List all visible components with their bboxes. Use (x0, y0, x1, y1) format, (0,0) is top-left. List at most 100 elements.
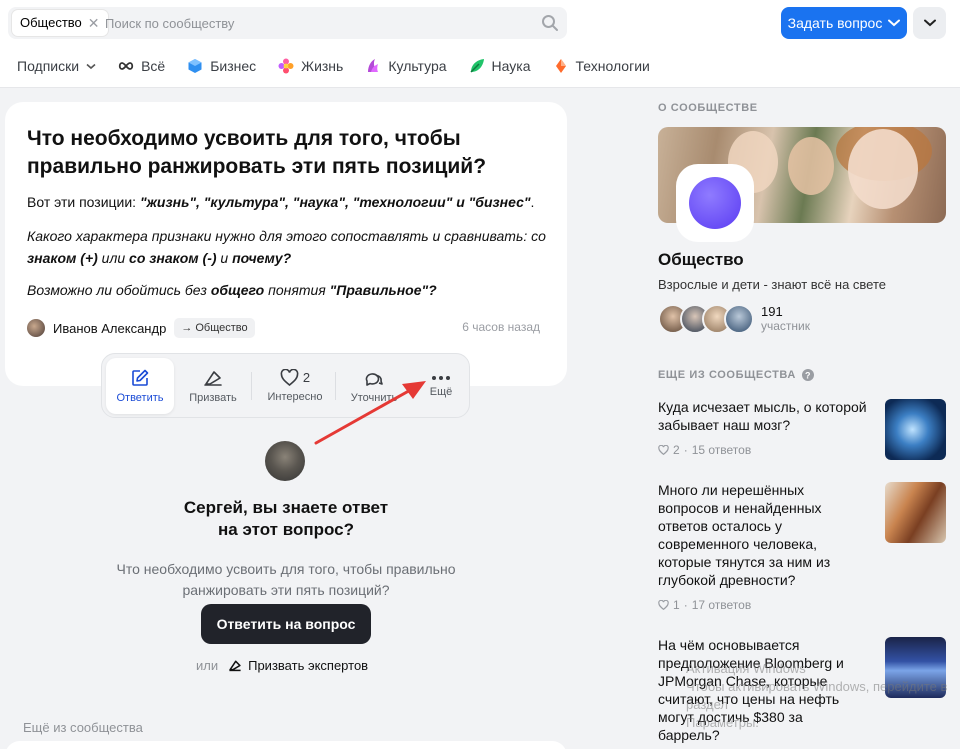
category-technology[interactable]: Технологии (553, 56, 650, 76)
answer-action-button[interactable]: Ответить (106, 358, 174, 414)
answers-count: 17 ответов (691, 598, 752, 612)
heading-text: Еще из сообщества (658, 369, 796, 381)
author-name[interactable]: Иванов Александр (53, 321, 166, 336)
category-subscriptions[interactable]: Подписки (17, 56, 96, 76)
community-filter-chip[interactable]: Общество ✕ (12, 10, 108, 36)
community-description: Взрослые и дети - знают всё на свете (658, 277, 887, 292)
question-actions: Ответить Призвать 2 Интересно Уточнить Е… (101, 353, 470, 418)
more-from-community-heading: Еще из сообщества ? (658, 369, 814, 381)
science-icon (470, 59, 484, 73)
heart-icon (658, 445, 669, 455)
search-input[interactable] (105, 13, 525, 33)
text: Какого характера признаки нужно для этог… (27, 228, 546, 244)
comments-icon (365, 372, 383, 386)
life-flower-icon (278, 58, 294, 74)
windows-activation-watermark: Активация Windows Чтобы активировать Win… (686, 660, 960, 732)
technology-icon (555, 59, 566, 73)
interesting-count: 2 (302, 370, 311, 385)
category-label: Жизнь (301, 58, 344, 74)
category-all[interactable]: Всё (118, 56, 165, 76)
community-chip-label: Общество (20, 15, 82, 30)
menu-button[interactable] (913, 7, 946, 39)
answer-prompt: Сергей, вы знаете ответ на этот вопрос? Ч… (100, 497, 472, 601)
text: общего (210, 282, 265, 298)
related-question-meta: 2 · 15 ответов (658, 443, 751, 457)
community-tag[interactable]: → Общество (174, 318, 255, 338)
text: Возможно ли обойтись без (27, 282, 211, 298)
help-icon[interactable]: ? (801, 369, 814, 381)
chevron-down-icon (86, 63, 96, 69)
edit-pencil-icon (132, 369, 149, 386)
likes-count: 2 (673, 443, 680, 457)
action-label: Интересно (267, 391, 323, 403)
related-question-title[interactable]: Куда исчезает мысль, о которой забывает … (658, 398, 868, 434)
more-action-button[interactable]: Ещё (414, 358, 468, 414)
community-name[interactable]: Общество (658, 250, 744, 270)
text: или (97, 250, 130, 266)
clarify-action-button[interactable]: Уточнить (342, 358, 406, 414)
text: и (216, 250, 233, 266)
member-avatars[interactable] (658, 304, 754, 334)
category-label: Технологии (575, 58, 650, 74)
text: почему? (232, 250, 292, 266)
divider (335, 372, 336, 400)
watermark-line: Чтобы активировать Windows, перейдите в … (686, 679, 948, 712)
call-experts-link[interactable]: Призвать экспертов (228, 658, 368, 673)
action-label: Ещё (429, 385, 453, 398)
infinity-icon (118, 62, 134, 70)
business-cube-icon (188, 59, 202, 73)
chevron-down-icon (923, 19, 936, 27)
divider (251, 372, 252, 400)
community-search-box[interactable]: Общество ✕ (8, 7, 567, 39)
more-dots-icon (432, 375, 450, 380)
call-experts-row: или Призвать экспертов (196, 658, 368, 673)
text: знаком (+) (27, 250, 98, 266)
category-business[interactable]: Бизнес (187, 56, 256, 76)
avatar[interactable] (27, 319, 45, 337)
question-paragraph: Вот эти позиции: "жизнь", "культура", "н… (27, 191, 547, 213)
question-paragraph: Возможно ли обойтись без общего понятия … (27, 279, 547, 301)
text: Сергей, вы знаете ответ (183, 498, 389, 517)
next-question-card (5, 741, 567, 749)
category-culture[interactable]: Культура (365, 56, 447, 76)
call-bell-icon (229, 660, 241, 672)
timestamp: 6 часов назад (462, 320, 540, 334)
community-logo (676, 164, 754, 242)
related-question-meta: 1 · 17 ответов (658, 598, 751, 612)
question-title: Что необходимо усвоить для того, чтобы п… (27, 127, 487, 178)
close-icon[interactable]: ✕ (88, 10, 100, 36)
answer-question-button[interactable]: Ответить на вопрос (201, 604, 371, 644)
watermark-line: Активация Windows (686, 661, 806, 676)
about-community-heading: О сообществе (658, 102, 758, 114)
brain-thumbnail[interactable] (885, 399, 946, 460)
call-experts-action-button[interactable]: Призвать (180, 358, 246, 414)
separator: · (683, 598, 688, 612)
text: . (530, 194, 535, 210)
text: ранжировать эти пять позиций? (182, 582, 390, 598)
text: со знаком (-) (129, 250, 217, 266)
category-science[interactable]: Наука (469, 56, 531, 76)
member-count-value: 191 (761, 304, 783, 319)
question-card: Что необходимо усвоить для того, чтобы п… (5, 102, 567, 386)
category-life[interactable]: Жизнь (278, 56, 343, 76)
separator: · (683, 443, 688, 457)
question-author: Иванов Александр → Общество (27, 318, 255, 338)
question-paragraph: Какого характера признаки нужно для этог… (27, 225, 547, 269)
category-label: Подписки (17, 58, 80, 74)
text: Вот эти позиции: (27, 194, 140, 210)
related-question-title[interactable]: Много ли нерешённых вопросов и ненайденн… (658, 481, 868, 589)
call-bell-icon (204, 370, 222, 386)
text: понятия (264, 282, 330, 298)
ask-question-label: Задать вопрос (787, 15, 883, 31)
category-label: Бизнес (210, 58, 257, 74)
user-avatar[interactable] (265, 441, 305, 481)
top-bar: Общество ✕ Задать вопрос Подписки Всё Би… (0, 0, 960, 88)
search-icon[interactable] (541, 14, 559, 32)
ask-question-button[interactable]: Задать вопрос (781, 7, 907, 39)
prehistoric-thumbnail[interactable] (885, 482, 946, 543)
text: Что необходимо усвоить для того, чтобы п… (116, 561, 456, 577)
or-text: или (196, 658, 219, 673)
community-logo-icon (689, 177, 741, 229)
interesting-action-button[interactable]: 2 Интересно (260, 358, 330, 414)
svg-text:?: ? (805, 371, 811, 381)
